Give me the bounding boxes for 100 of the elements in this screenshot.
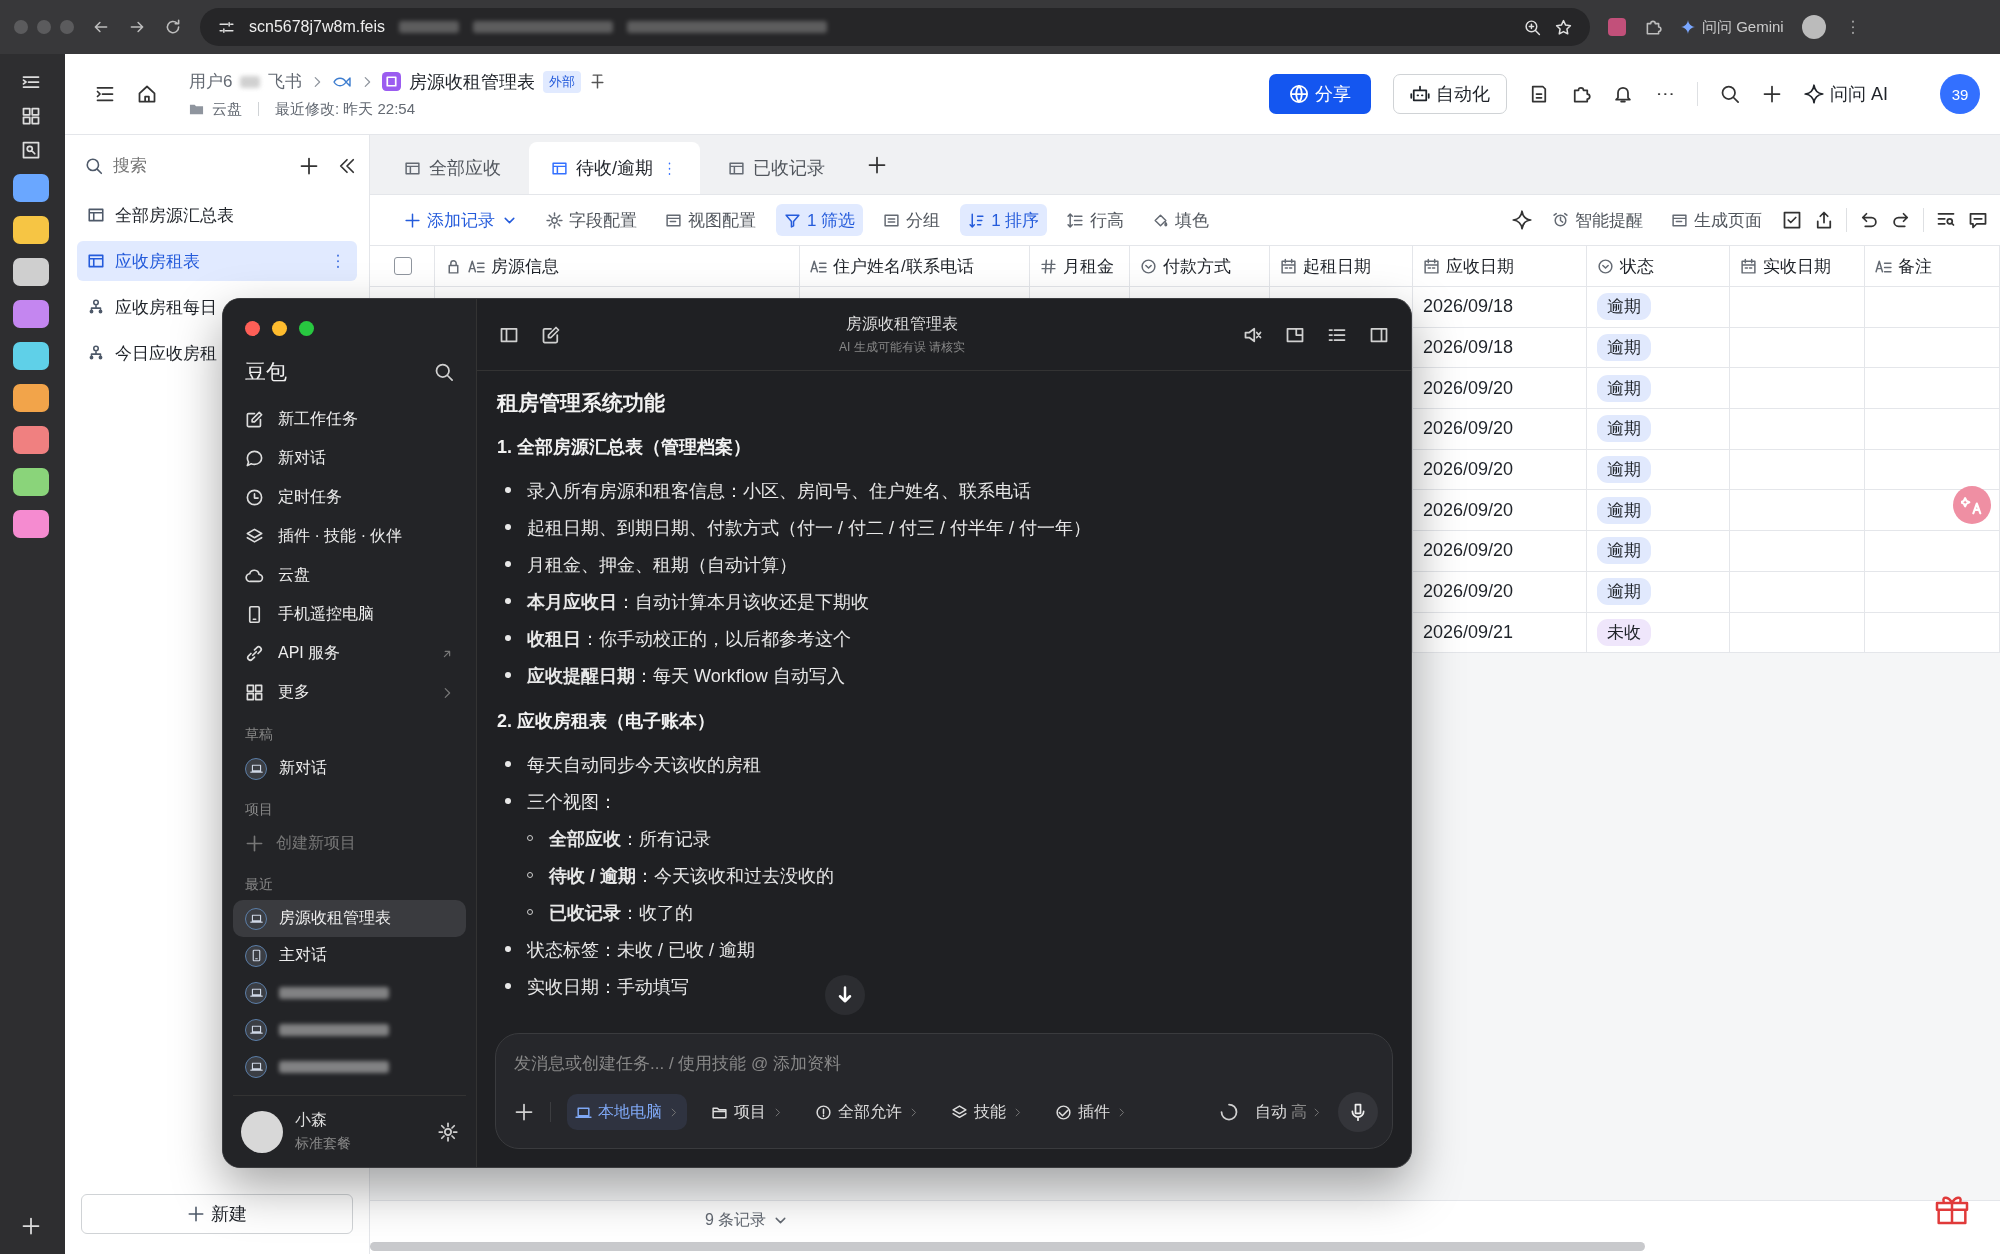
document-title[interactable]: 房源收租管理表 [409, 69, 536, 94]
puzzle-icon[interactable] [1571, 84, 1591, 104]
comment-icon[interactable] [1968, 210, 1988, 230]
select-all-checkbox[interactable] [394, 257, 412, 275]
edit-icon[interactable] [541, 324, 561, 345]
app-icon[interactable] [12, 258, 49, 286]
app-icon[interactable] [12, 342, 49, 370]
view-tab[interactable]: 已收记录 [706, 142, 847, 194]
document-icon[interactable] [1529, 84, 1549, 104]
location-link[interactable]: 云盘 [212, 99, 242, 119]
composer-chip[interactable]: 项目 [703, 1094, 791, 1130]
column-header[interactable]: 状态 [1587, 245, 1730, 287]
home-icon[interactable] [137, 84, 157, 104]
search-field[interactable]: 搜索 [111, 155, 231, 177]
column-header[interactable]: 月租金 [1030, 245, 1130, 287]
view-tab[interactable]: 全部应收 [382, 142, 523, 194]
composer-chip[interactable]: 插件 [1047, 1094, 1135, 1130]
toolbar-button[interactable]: 智能提醒 [1544, 204, 1651, 236]
column-header[interactable]: 备注 [1865, 245, 2000, 287]
toolbar-button[interactable]: 1 筛选 [776, 204, 864, 236]
plus-icon[interactable] [20, 1216, 41, 1236]
user-avatar[interactable]: 39 [1940, 74, 1980, 114]
app-icon[interactable] [12, 426, 49, 454]
close-dot[interactable] [245, 321, 260, 336]
menu-item[interactable]: 插件 · 技能 · 伙伴 [233, 517, 466, 556]
record-count[interactable]: 9 条记录 [705, 1210, 767, 1231]
pin-icon[interactable] [589, 73, 607, 90]
menu-item[interactable]: API 服务 [233, 634, 466, 673]
sidebar-item[interactable]: 应收房租每日 [77, 287, 357, 327]
app-icon[interactable] [12, 216, 49, 244]
column-header[interactable]: 房源信息 [435, 245, 800, 287]
menu-item[interactable]: 定时任务 [233, 478, 466, 517]
toolbar-button[interactable]: 视图配置 [657, 204, 764, 236]
settings-icon[interactable] [438, 1121, 458, 1142]
composer-chip[interactable]: 本地电脑 [567, 1094, 687, 1130]
minimize-dot[interactable] [37, 20, 51, 34]
checkbox-icon[interactable] [1782, 210, 1802, 230]
menu-item[interactable]: 新对话 [233, 439, 466, 478]
app-icon[interactable] [12, 510, 49, 538]
sparkle-icon[interactable] [1512, 210, 1532, 230]
breadcrumb-link[interactable]: 用户6 [189, 70, 233, 93]
message-composer[interactable]: 发消息或创建任务... / 使用技能 @ 添加资料 本地电脑 项目 全部允许 技能 插件 自动 高 [495, 1033, 1393, 1149]
app-icon[interactable] [12, 468, 49, 496]
new-button[interactable]: 新建 [81, 1194, 353, 1234]
chat-item[interactable]: 主对话 [233, 937, 466, 974]
toolbar-button[interactable]: 字段配置 [538, 204, 645, 236]
undo-icon[interactable] [1859, 210, 1879, 230]
app-icon[interactable] [12, 300, 49, 328]
share-button[interactable]: 分享 [1269, 74, 1371, 114]
reload-icon[interactable] [164, 18, 182, 36]
column-header[interactable]: 应收日期 [1413, 245, 1587, 287]
chat-item[interactable]: 创建新项目 [233, 825, 466, 862]
share-icon[interactable] [1814, 210, 1834, 230]
mode-selector[interactable]: 自动 高 [1255, 1101, 1322, 1123]
plus-icon[interactable] [299, 156, 319, 176]
add-view-icon[interactable] [867, 154, 887, 175]
composer-chip[interactable]: 全部允许 [807, 1094, 927, 1130]
redo-icon[interactable] [1891, 210, 1911, 230]
scroll-down-button[interactable] [825, 975, 865, 1015]
minimize-dot[interactable] [272, 321, 287, 336]
toolbar-button[interactable]: 生成页面 [1663, 204, 1770, 236]
user-avatar[interactable] [241, 1110, 283, 1153]
column-header[interactable]: 住户姓名/联系电话 [800, 245, 1030, 287]
toolbar-button[interactable]: 填色 [1144, 204, 1218, 236]
breadcrumb-link[interactable]: 飞书 [268, 70, 303, 93]
user-name[interactable]: 小森 [295, 1110, 351, 1131]
app-icon[interactable] [12, 384, 49, 412]
close-dot[interactable] [14, 20, 28, 34]
microphone-button[interactable] [1338, 1092, 1378, 1132]
app-icon[interactable] [12, 174, 49, 202]
chat-item[interactable]: 房源收租管理表 [233, 900, 466, 937]
sidebar-item[interactable]: 应收房租表 [77, 241, 357, 281]
column-header[interactable]: 实收日期 [1730, 245, 1865, 287]
profile-avatar[interactable] [1801, 15, 1826, 39]
puzzle-icon[interactable] [1644, 18, 1662, 36]
toolbar-button[interactable]: 1 排序 [960, 204, 1048, 236]
sidebar-item[interactable]: 全部房源汇总表 [77, 195, 357, 235]
search-icon[interactable] [1720, 84, 1740, 104]
collapse-icon[interactable] [337, 156, 357, 176]
chat-item[interactable]: 新对话 [233, 750, 466, 787]
scrollbar[interactable] [370, 1242, 1645, 1251]
plus-icon[interactable] [1762, 84, 1782, 104]
zoom-dot[interactable] [60, 20, 74, 34]
star-icon[interactable] [1555, 18, 1572, 36]
column-header[interactable]: 起租日期 [1270, 245, 1413, 287]
column-header[interactable]: 付款方式 [1130, 245, 1270, 287]
gemini-button[interactable]: 问问 Gemini [1680, 17, 1784, 37]
chat-title[interactable]: 房源收租管理表 [846, 313, 958, 335]
automation-button[interactable]: 自动化 [1393, 74, 1507, 114]
search-icon[interactable] [20, 140, 41, 160]
toolbar-button[interactable]: 分组 [875, 204, 949, 236]
view-tab[interactable]: 待收/逾期 [529, 142, 700, 194]
menu-item[interactable]: 更多 [233, 673, 466, 712]
composer-chip[interactable]: 技能 [943, 1094, 1031, 1130]
grid-icon[interactable] [20, 106, 41, 126]
ask-ai-button[interactable]: 问问 AI [1804, 82, 1888, 106]
zoom-dot[interactable] [299, 321, 314, 336]
toolbar-button[interactable]: 添加记录 [396, 204, 526, 236]
menu-item[interactable]: 手机遥控电脑 [233, 595, 466, 634]
zoom-icon[interactable] [1524, 18, 1541, 36]
